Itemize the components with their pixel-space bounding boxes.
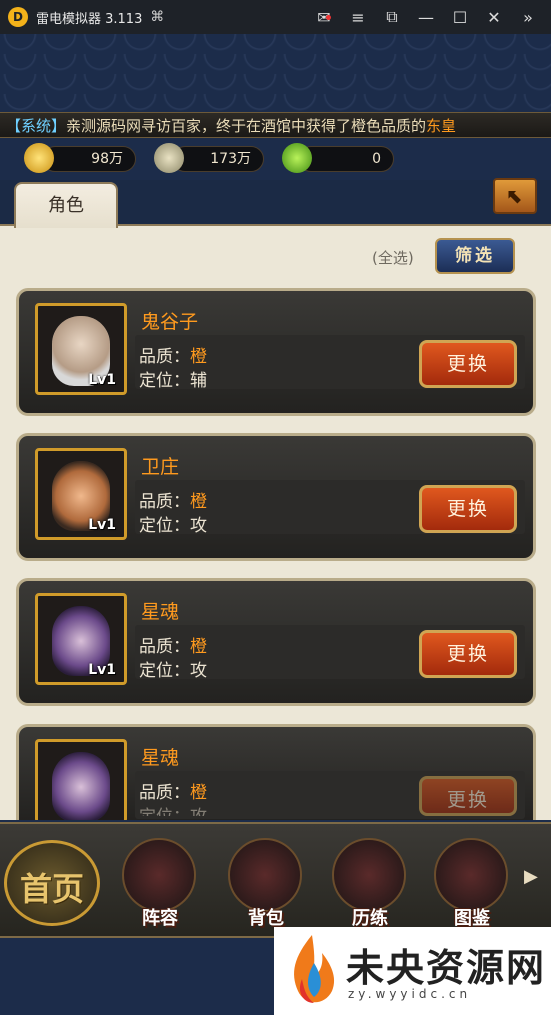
watermark-title: 未央资源网 <box>346 946 547 990</box>
change-button[interactable]: 更换 <box>419 630 517 678</box>
quality-row: 品质：橙 <box>139 632 207 657</box>
back-button[interactable]: ⬉ <box>493 178 537 214</box>
character-level: Lv1 <box>88 662 116 678</box>
role-row: 定位：攻 <box>139 656 207 681</box>
broadcast-highlight: 东皇 <box>426 117 457 135</box>
nav-lineup[interactable]: 阵容 <box>112 824 208 932</box>
role-row: 定位：辅 <box>139 366 207 391</box>
quality-value: 橙 <box>190 347 207 367</box>
character-card: Lv1 卫庄 品质：橙 定位：攻 更换 <box>16 433 536 561</box>
screenshot-icon[interactable]: ⧉ <box>375 7 409 27</box>
minimize-icon[interactable]: — <box>409 8 443 27</box>
system-broadcast: 【系统】亲测源码网寻访百家，终于在酒馆中获得了橙色品质的东皇 <box>0 112 551 138</box>
role-label: 定位： <box>139 371 190 391</box>
window-controls: ✉ ≡ ⧉ — ☐ ✕ » <box>307 0 545 34</box>
nav-label: 阵容 <box>142 908 178 929</box>
character-name: 鬼谷子 <box>141 311 199 333</box>
character-card: 星魂 品质：橙 定位：攻 更换 <box>16 724 536 823</box>
role-value: 辅 <box>190 371 207 391</box>
quality-value: 橙 <box>190 637 207 657</box>
quality-row: 品质：橙 <box>139 487 207 512</box>
quality-row: 品质：橙 <box>139 342 207 367</box>
broadcast-text: 亲测源码网寻访百家，终于在酒馆中获得了橙色品质的 <box>66 117 427 135</box>
menu-icon[interactable]: ≡ <box>341 8 375 27</box>
broadcast-prefix: 【系统】 <box>6 117 67 135</box>
change-button[interactable]: 更换 <box>419 485 517 533</box>
close-icon[interactable]: ✕ <box>477 8 511 27</box>
window-title: 雷电模拟器 3.113 <box>36 11 143 27</box>
gamepad-icon[interactable]: ⌘ <box>150 9 164 25</box>
role-label: 定位： <box>139 661 190 681</box>
character-portrait[interactable]: Lv1 <box>35 593 127 685</box>
role-value: 攻 <box>190 516 207 536</box>
tab-characters[interactable]: 角色 <box>14 182 118 228</box>
character-card: Lv1 星魂 品质：橙 定位：攻 更换 <box>16 578 536 706</box>
gold-ingot-icon <box>24 143 54 173</box>
role-label: 定位： <box>139 516 190 536</box>
jade-value: 0 <box>298 146 394 172</box>
character-portrait[interactable]: Lv1 <box>35 448 127 540</box>
nav-next-arrow-icon[interactable]: ▶ <box>524 866 538 887</box>
character-card: Lv1 鬼谷子 品质：橙 定位：辅 更换 <box>16 288 536 416</box>
wave-background <box>0 34 551 114</box>
nav-bag[interactable]: 背包 <box>218 824 314 932</box>
nav-codex[interactable]: 图鉴 <box>424 824 520 932</box>
quality-value: 橙 <box>190 783 207 803</box>
chest-icon <box>228 838 302 912</box>
filter-button[interactable]: 筛选 <box>435 238 515 274</box>
jade-icon <box>282 143 312 173</box>
flame-logo-icon <box>294 935 335 1003</box>
coin-value: 173万 <box>172 146 264 172</box>
character-level: Lv1 <box>88 372 116 388</box>
quality-row: 品质：橙 <box>139 778 207 803</box>
role-row: 定位：攻 <box>139 511 207 536</box>
quality-label: 品质： <box>139 347 190 367</box>
quality-label: 品质： <box>139 783 190 803</box>
mage-portrait-icon <box>52 752 110 822</box>
watermark-subtitle: zy.wyyidc.cn <box>348 987 472 1001</box>
character-name: 星魂 <box>141 747 180 769</box>
select-all-button[interactable]: (全选) <box>372 247 414 268</box>
quality-label: 品质： <box>139 637 190 657</box>
role-label: 定位： <box>139 807 190 816</box>
copper-coin-icon <box>154 143 184 173</box>
role-value: 攻 <box>190 807 207 816</box>
home-label: 首页 <box>19 870 84 908</box>
maximize-icon[interactable]: ☐ <box>443 8 477 27</box>
scroll-icon <box>434 838 508 912</box>
role-row: 定位：攻 <box>139 802 207 816</box>
arrow-icon: ⬉ <box>506 184 524 208</box>
role-value: 攻 <box>190 661 207 681</box>
quality-value: 橙 <box>190 492 207 512</box>
sidebar-toggle-icon[interactable]: » <box>511 8 545 27</box>
change-button[interactable]: 更换 <box>419 340 517 388</box>
character-name: 星魂 <box>141 601 180 623</box>
nav-training[interactable]: 历练 <box>322 824 418 932</box>
character-portrait[interactable]: Lv1 <box>35 303 127 395</box>
character-name: 卫庄 <box>141 456 180 478</box>
gold-value: 98万 <box>42 146 136 172</box>
quality-label: 品质： <box>139 492 190 512</box>
abacus-icon <box>122 838 196 912</box>
change-button[interactable]: 更换 <box>419 776 517 816</box>
watermark: 未央资源网 zy.wyyidc.cn <box>274 927 551 1015</box>
character-level: Lv1 <box>88 517 116 533</box>
crossed-swords-icon <box>332 838 406 912</box>
emulator-logo-icon: D <box>8 7 28 27</box>
emulator-title-bar: D 雷电模拟器 3.113 ⌘ ✉ ≡ ⧉ — ☐ ✕ » <box>0 0 551 34</box>
mail-icon[interactable]: ✉ <box>307 8 341 27</box>
home-button[interactable]: 首页 <box>0 826 104 930</box>
character-portrait[interactable] <box>35 739 127 823</box>
